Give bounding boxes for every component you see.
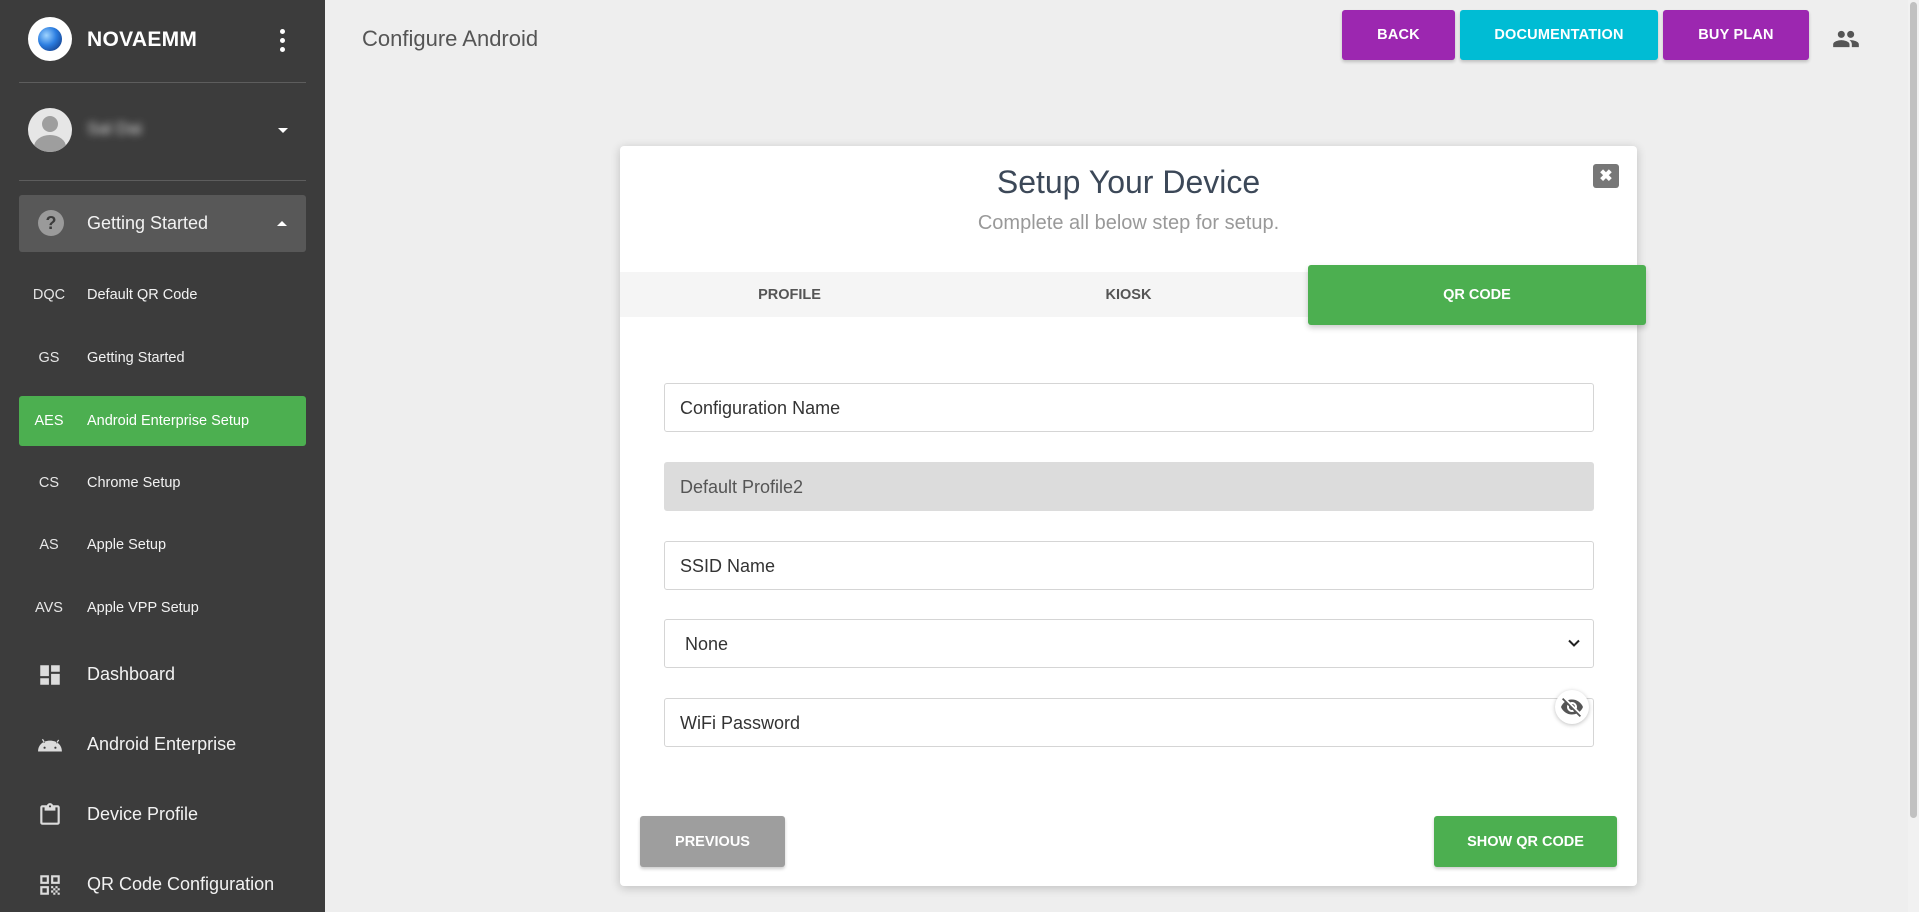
sidebar-item-label: Default QR Code — [87, 287, 198, 303]
user-profile[interactable]: Sal Dai — [0, 90, 325, 170]
dashboard-icon — [40, 665, 60, 685]
user-name: Sal Dai — [87, 119, 142, 138]
brand: NOVAEMM — [0, 0, 325, 80]
sidebar-item-label: QR Code Configuration — [87, 874, 275, 894]
people-icon[interactable] — [1832, 28, 1860, 50]
sidebar-item-label: Android Enterprise Setup — [87, 413, 250, 429]
sidebar-item-device-profile[interactable]: Device Profile — [19, 786, 306, 842]
sidebar-item-label: Chrome Setup — [87, 475, 181, 491]
modal-title: Setup Your Device — [996, 164, 1261, 200]
sidebar-item-label: Getting Started — [87, 350, 185, 366]
sidebar-section-getting-started[interactable]: ? Getting Started — [19, 195, 306, 252]
wifi-security-select[interactable]: None — [664, 619, 1594, 668]
divider — [19, 180, 306, 181]
sidebar-item-getting-started[interactable]: GS Getting Started — [19, 333, 306, 383]
qr-code-icon — [40, 875, 60, 895]
clipboard-icon — [40, 803, 60, 825]
brand-logo — [28, 17, 72, 61]
chevron-down-icon — [1568, 639, 1580, 647]
sidebar-item-abbr: AVS — [35, 600, 63, 616]
sidebar-item-default-qr-code[interactable]: DQC Default QR Code — [19, 270, 306, 320]
sidebar-item-label: Apple VPP Setup — [87, 600, 199, 616]
android-icon — [38, 738, 62, 752]
sidebar: NOVAEMM Sal Dai ? Getting Started DQC De… — [0, 0, 325, 912]
sidebar-item-android-enterprise-setup[interactable]: AES Android Enterprise Setup — [19, 396, 306, 446]
setup-device-modal: Setup Your Device Complete all below ste… — [620, 146, 1646, 886]
ssid-name-field[interactable]: SSID Name — [664, 541, 1594, 590]
page-scrollbar[interactable] — [1908, 0, 1919, 912]
sidebar-item-chrome-setup[interactable]: CS Chrome Setup — [19, 458, 306, 508]
help-circle-icon: ? — [38, 210, 64, 236]
sidebar-item-label: Dashboard — [87, 664, 176, 684]
sidebar-item-abbr: AES — [34, 413, 64, 429]
buy-plan-button[interactable]: BUY PLAN — [1663, 10, 1809, 60]
sidebar-item-abbr: DQC — [32, 287, 66, 303]
sidebar-item-abbr: CS — [38, 475, 60, 491]
avatar — [28, 108, 72, 152]
profile-field: Default Profile2 — [664, 462, 1594, 511]
tab-qr-code[interactable]: QR CODE — [1308, 265, 1646, 325]
profile-value: Default Profile2 — [680, 477, 804, 497]
show-qr-code-button[interactable]: SHOW QR CODE — [1434, 816, 1617, 867]
wifi-password-field[interactable]: WiFi Password — [664, 698, 1594, 747]
back-button[interactable]: BACK — [1342, 10, 1455, 60]
page-title: Configure Android — [362, 26, 539, 51]
close-icon[interactable]: ✖ — [1593, 164, 1619, 188]
tab-profile[interactable]: PROFILE — [620, 272, 959, 317]
tab-kiosk[interactable]: KIOSK — [959, 272, 1298, 317]
sidebar-item-qr-code-configuration[interactable]: QR Code Configuration — [19, 856, 306, 912]
modal-subtitle: Complete all below step for setup. — [977, 212, 1280, 234]
sidebar-item-abbr: AS — [39, 537, 59, 553]
sidebar-item-apple-vpp-setup[interactable]: AVS Apple VPP Setup — [19, 583, 306, 633]
sidebar-section-label: Getting Started — [87, 213, 209, 233]
brand-name: NOVAEMM — [87, 28, 198, 51]
sidebar-item-android-enterprise[interactable]: Android Enterprise — [19, 716, 306, 772]
wifi-security-value: None — [685, 634, 729, 654]
caret-up-icon — [277, 221, 287, 226]
sidebar-item-apple-setup[interactable]: AS Apple Setup — [19, 520, 306, 570]
sidebar-item-abbr: GS — [38, 350, 60, 366]
configuration-name-value: Configuration Name — [680, 398, 841, 418]
divider — [19, 82, 306, 83]
caret-down-icon[interactable] — [278, 128, 288, 133]
sidebar-item-label: Android Enterprise — [87, 734, 237, 754]
visibility-off-icon[interactable] — [1555, 690, 1589, 724]
sidebar-item-label: Apple Setup — [87, 537, 167, 553]
scrollbar-thumb[interactable] — [1910, 2, 1917, 818]
documentation-button[interactable]: DOCUMENTATION — [1460, 10, 1658, 60]
sidebar-item-label: Device Profile — [87, 804, 199, 824]
configuration-name-field[interactable]: Configuration Name — [664, 383, 1594, 432]
sidebar-item-dashboard[interactable]: Dashboard — [19, 646, 306, 702]
more-vert-icon[interactable] — [272, 26, 292, 54]
previous-button[interactable]: PREVIOUS — [640, 816, 785, 867]
ssid-name-value: SSID Name — [680, 556, 776, 576]
wifi-password-value: WiFi Password — [680, 713, 801, 733]
